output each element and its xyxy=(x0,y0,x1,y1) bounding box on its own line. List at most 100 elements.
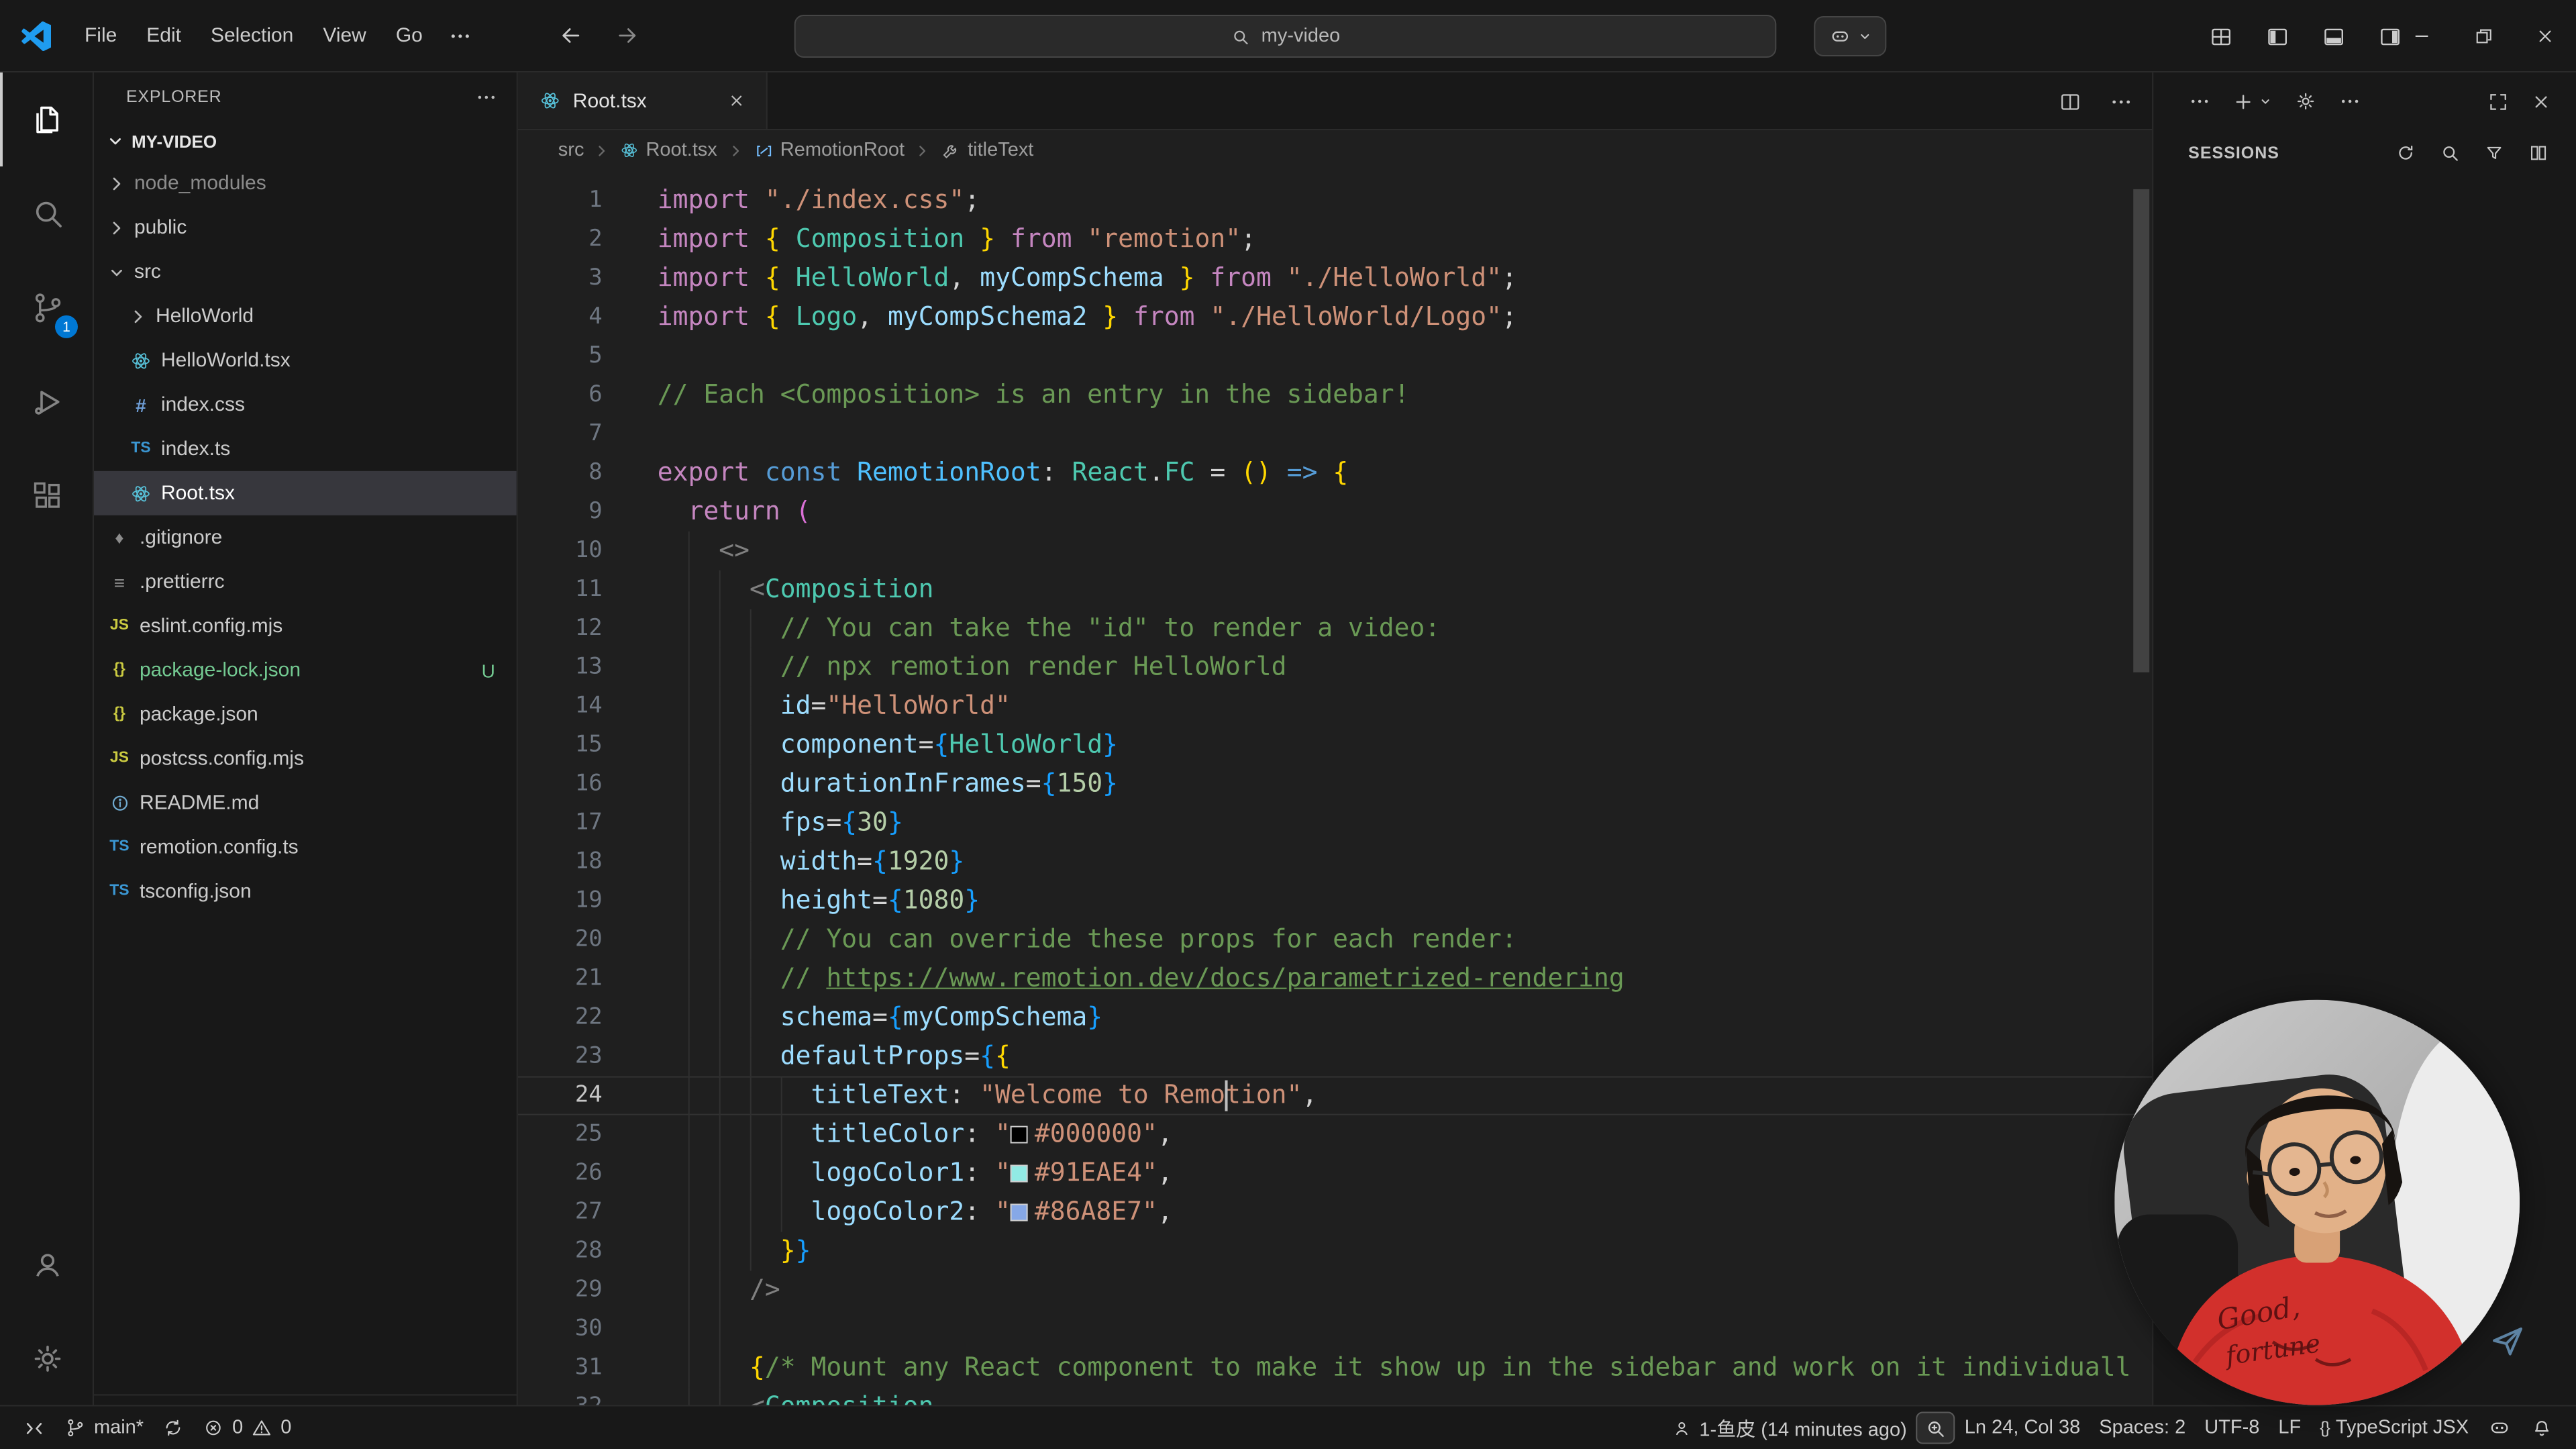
tree-item-eslint-config-mjs[interactable]: JSeslint.config.mjs xyxy=(94,604,517,648)
settings-gear-button[interactable] xyxy=(0,1311,94,1405)
remote-indicator[interactable] xyxy=(13,1409,55,1446)
tree-item-readme-md[interactable]: README.md xyxy=(94,781,517,826)
tree-item--prettierrc[interactable]: ≡.prettierrc xyxy=(94,560,517,604)
code-line-25[interactable]: 25 titleColor: "#000000", xyxy=(518,1115,2152,1154)
code-line-18[interactable]: 18 width={1920} xyxy=(518,843,2152,882)
tree-item-package-lock-json[interactable]: {}package-lock.jsonU xyxy=(94,648,517,693)
language-mode-status[interactable]: { } TypeScript JSX xyxy=(2310,1409,2478,1446)
code-line-9[interactable]: 9 return ( xyxy=(518,493,2152,532)
code-line-15[interactable]: 15 component={HelloWorld} xyxy=(518,726,2152,765)
toggle-panel-button[interactable] xyxy=(2310,16,2356,56)
split-view-icon[interactable] xyxy=(2528,142,2549,163)
code-line-4[interactable]: 4import { Logo, myCompSchema2 } from "./… xyxy=(518,298,2152,337)
tree-item-root-tsx[interactable]: Root.tsx xyxy=(94,471,517,515)
code-line-10[interactable]: 10 <> xyxy=(518,532,2152,570)
tree-item-tsconfig-json[interactable]: TStsconfig.json xyxy=(94,870,517,914)
code-line-28[interactable]: 28 }} xyxy=(518,1232,2152,1271)
code-line-1[interactable]: 1import "./index.css"; xyxy=(518,181,2152,220)
cursor-position-status[interactable]: Ln 24, Col 38 xyxy=(1955,1409,2090,1446)
explorer-activity-button[interactable] xyxy=(0,72,94,166)
panel-overflow-icon[interactable] xyxy=(2338,90,2361,113)
code-line-7[interactable]: 7 xyxy=(518,415,2152,454)
code-line-2[interactable]: 2import { Composition } from "remotion"; xyxy=(518,220,2152,259)
code-line-27[interactable]: 27 logoColor2: "#86A8E7", xyxy=(518,1193,2152,1232)
toggle-primary-sidebar-button[interactable] xyxy=(2254,16,2300,56)
tab-root-tsx[interactable]: Root.tsx xyxy=(518,72,768,129)
tree-item--gitignore[interactable]: ♦.gitignore xyxy=(94,515,517,560)
sync-changes-button[interactable] xyxy=(153,1409,193,1446)
menu-item-selection[interactable]: Selection xyxy=(196,15,308,56)
refresh-icon[interactable] xyxy=(2395,142,2416,163)
customize-layout-button[interactable] xyxy=(2198,16,2243,56)
code-line-20[interactable]: 20 // You can override these props for e… xyxy=(518,921,2152,960)
go-back-button[interactable] xyxy=(548,15,593,56)
code-line-26[interactable]: 26 logoColor1: "#91EAE4", xyxy=(518,1154,2152,1193)
code-line-12[interactable]: 12 // You can take the "id" to render a … xyxy=(518,609,2152,648)
tree-item-index-css[interactable]: #index.css xyxy=(94,383,517,427)
color-swatch[interactable] xyxy=(1011,1126,1028,1144)
zoom-indicator[interactable] xyxy=(1916,1411,1955,1444)
color-swatch[interactable] xyxy=(1011,1204,1028,1221)
accounts-button[interactable] xyxy=(0,1217,94,1311)
command-center-search[interactable]: my-video xyxy=(794,15,1777,58)
tab-close-button[interactable] xyxy=(721,85,753,117)
menubar-more-button[interactable] xyxy=(437,15,483,56)
panel-maximize-icon[interactable] xyxy=(2487,91,2509,112)
code-editor[interactable]: 1import "./index.css";2import { Composit… xyxy=(518,170,2152,1405)
extensions-activity-button[interactable] xyxy=(0,448,94,542)
panel-more-icon[interactable] xyxy=(2188,90,2211,113)
breadcrumb-root-tsx[interactable]: Root.tsx xyxy=(620,140,717,161)
breadcrumb-src[interactable]: src xyxy=(558,140,584,161)
menu-item-file[interactable]: File xyxy=(70,15,132,56)
menu-item-go[interactable]: Go xyxy=(381,15,437,56)
indentation-status[interactable]: Spaces: 2 xyxy=(2090,1409,2195,1446)
send-arrow-icon[interactable] xyxy=(2487,1321,2528,1361)
breadcrumb-titletext[interactable]: titleText xyxy=(941,140,1033,161)
eol-status[interactable]: LF xyxy=(2269,1409,2310,1446)
editor-more-button[interactable] xyxy=(2109,89,2133,113)
code-line-30[interactable]: 30 xyxy=(518,1310,2152,1349)
encoding-status[interactable]: UTF-8 xyxy=(2195,1409,2269,1446)
breadcrumb-remotionroot[interactable]: RemotionRoot xyxy=(754,140,905,161)
tree-item-helloworld[interactable]: HelloWorld xyxy=(94,294,517,338)
panel-settings-icon[interactable] xyxy=(2294,90,2317,113)
tree-item-remotion-config-ts[interactable]: TSremotion.config.ts xyxy=(94,826,517,870)
code-line-22[interactable]: 22 schema={myCompSchema} xyxy=(518,999,2152,1038)
explorer-more-button[interactable] xyxy=(475,85,498,108)
filter-icon[interactable] xyxy=(2483,142,2505,163)
code-line-16[interactable]: 16 durationInFrames={150} xyxy=(518,765,2152,804)
run-debug-activity-button[interactable] xyxy=(0,354,94,448)
project-root-folder[interactable]: MY-VIDEO xyxy=(94,121,517,161)
tree-item-node-modules[interactable]: node_modules xyxy=(94,161,517,205)
menu-item-view[interactable]: View xyxy=(308,15,380,56)
tree-item-public[interactable]: public xyxy=(94,205,517,250)
tree-item-helloworld-tsx[interactable]: HelloWorld.tsx xyxy=(94,338,517,383)
code-line-5[interactable]: 5 xyxy=(518,337,2152,376)
code-line-8[interactable]: 8export const RemotionRoot: React.FC = (… xyxy=(518,454,2152,493)
search-icon[interactable] xyxy=(2439,142,2461,163)
menu-item-edit[interactable]: Edit xyxy=(132,15,196,56)
go-forward-button[interactable] xyxy=(604,15,650,56)
code-line-24[interactable]: 24 titleText: "Welcome to Remotion", xyxy=(518,1077,2152,1115)
split-editor-button[interactable] xyxy=(2058,89,2082,113)
source-control-activity-button[interactable]: 1 xyxy=(0,260,94,354)
code-line-14[interactable]: 14 id="HelloWorld" xyxy=(518,687,2152,726)
code-line-13[interactable]: 13 // npx remotion render HelloWorld xyxy=(518,648,2152,687)
panel-close-icon[interactable] xyxy=(2530,91,2552,112)
code-line-6[interactable]: 6// Each <Composition> is an entry in th… xyxy=(518,376,2152,415)
code-line-32[interactable]: 32 <Composition xyxy=(518,1387,2152,1405)
tree-item-package-json[interactable]: {}package.json xyxy=(94,693,517,737)
code-line-17[interactable]: 17 fps={30} xyxy=(518,804,2152,843)
code-line-11[interactable]: 11 <Composition xyxy=(518,570,2152,609)
notifications-bell[interactable] xyxy=(2521,1409,2563,1446)
restore-button[interactable] xyxy=(2453,0,2514,72)
close-window-button[interactable] xyxy=(2514,0,2576,72)
code-line-19[interactable]: 19 height={1080} xyxy=(518,882,2152,921)
code-line-31[interactable]: 31 {/* Mount any React component to make… xyxy=(518,1348,2152,1387)
outline-section-header[interactable]: OUTLINE xyxy=(94,1394,518,1405)
code-line-23[interactable]: 23 defaultProps={{ xyxy=(518,1038,2152,1077)
code-line-3[interactable]: 3import { HelloWorld, myCompSchema } fro… xyxy=(518,259,2152,298)
copilot-menu-button[interactable] xyxy=(1814,16,1886,56)
minimize-button[interactable] xyxy=(2391,0,2453,72)
git-blame-status[interactable]: 1-鱼皮 (14 minutes ago) xyxy=(1661,1409,1916,1446)
